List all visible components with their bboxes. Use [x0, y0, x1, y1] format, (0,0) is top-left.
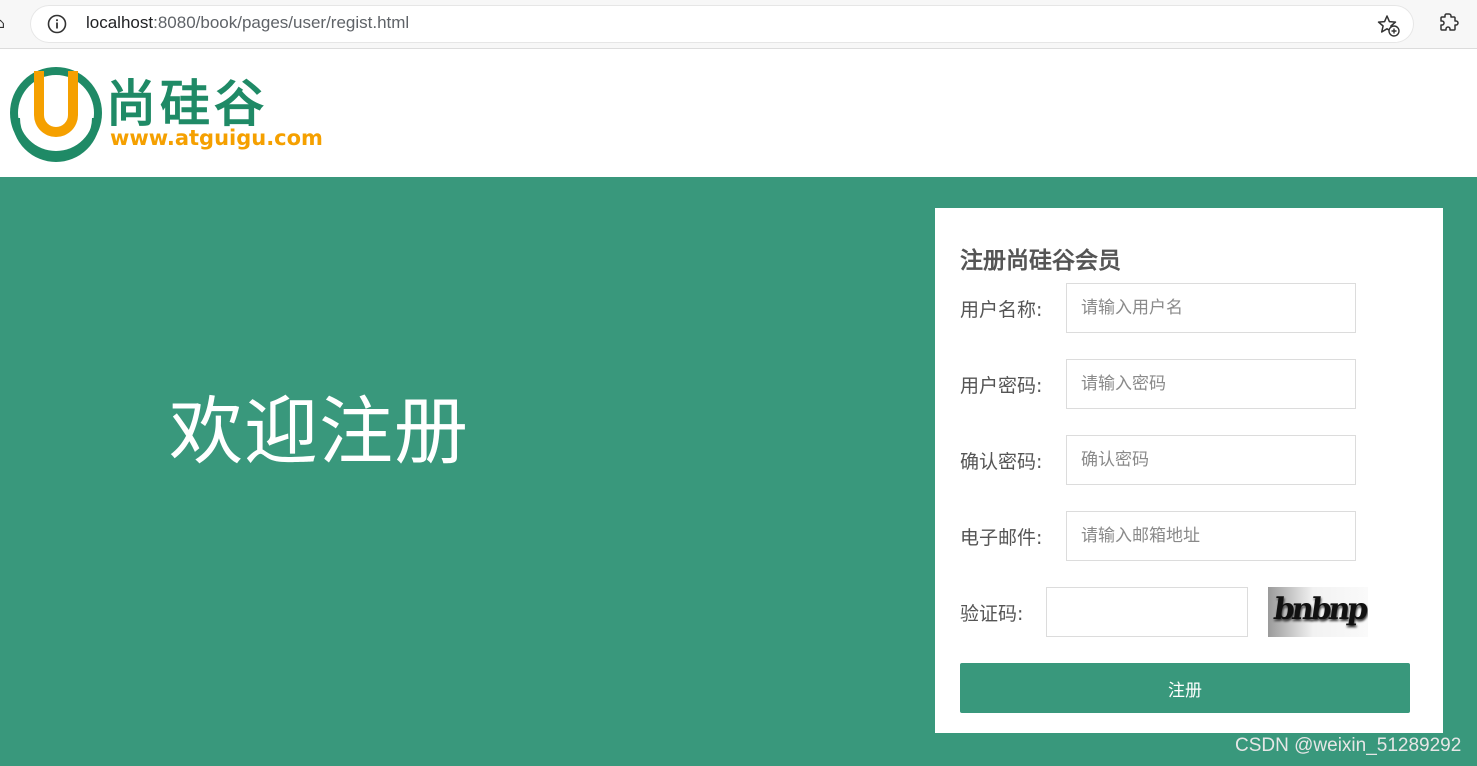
browser-toolbar: ⌂ localhost:8080/book/pages/user/regist.…: [0, 0, 1477, 49]
tab-edge-icon: ⌂: [0, 16, 5, 32]
logo-text-url: www.atguigu.com: [110, 126, 323, 150]
email-label: 电子邮件:: [960, 527, 1043, 549]
register-form: 注册尚硅谷会员 用户名称: 用户密码: 确认密码: 电子邮件: 验证码: bnb…: [935, 208, 1443, 733]
form-title: 注册尚硅谷会员: [960, 248, 1121, 274]
captcha-input[interactable]: [1046, 587, 1248, 637]
logo-text-cn: 尚硅谷: [106, 75, 268, 133]
main-area: 欢迎注册 注册尚硅谷会员 用户名称: 用户密码: 确认密码: 电子邮件: 验证码…: [0, 177, 1477, 766]
captcha-image-text: bnbnp: [1271, 592, 1368, 627]
captcha-image[interactable]: bnbnp: [1268, 587, 1368, 637]
welcome-heading: 欢迎注册: [169, 389, 469, 475]
favorites-add-icon[interactable]: [1376, 13, 1400, 37]
info-icon[interactable]: [47, 14, 67, 34]
confirm-password-input[interactable]: [1066, 435, 1356, 485]
password-label: 用户密码:: [960, 375, 1043, 397]
site-header: 尚硅谷 www.atguigu.com: [0, 49, 1477, 177]
extensions-icon[interactable]: [1437, 11, 1461, 35]
csdn-watermark: CSDN @weixin_51289292: [1235, 735, 1462, 756]
email-input[interactable]: [1066, 511, 1356, 561]
username-label: 用户名称:: [960, 299, 1043, 321]
address-bar[interactable]: localhost:8080/book/pages/user/regist.ht…: [30, 5, 1414, 43]
atguigu-logo[interactable]: 尚硅谷 www.atguigu.com: [8, 63, 328, 163]
password-input[interactable]: [1066, 359, 1356, 409]
username-input[interactable]: [1066, 283, 1356, 333]
url-path: :8080/book/pages/user/regist.html: [153, 13, 410, 32]
register-button[interactable]: 注册: [960, 663, 1410, 713]
url-host: localhost: [86, 13, 154, 32]
confirm-password-label: 确认密码:: [960, 451, 1043, 473]
url-text[interactable]: localhost:8080/book/pages/user/regist.ht…: [86, 13, 409, 33]
captcha-label: 验证码:: [960, 603, 1024, 625]
